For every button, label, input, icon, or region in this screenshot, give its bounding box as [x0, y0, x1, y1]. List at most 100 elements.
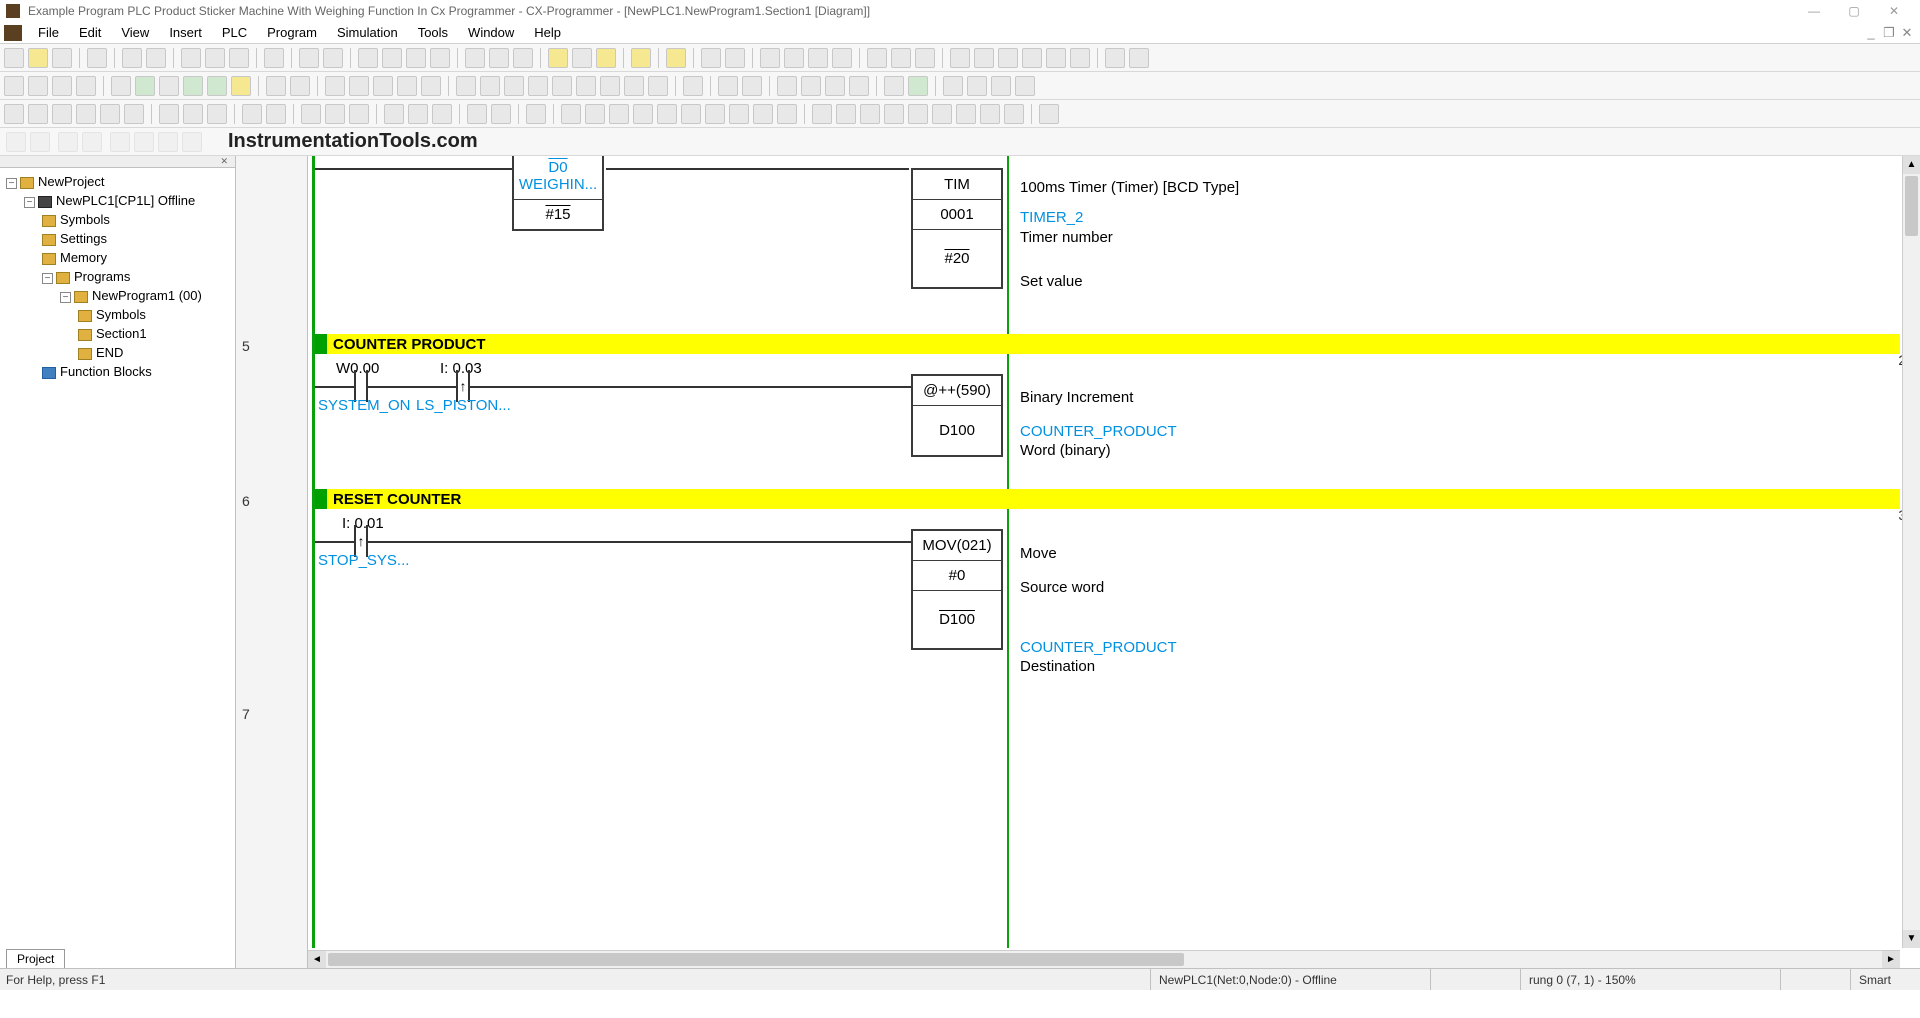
tree-memory[interactable]: Memory [60, 250, 107, 265]
mdi-restore-icon[interactable]: ❐ [1880, 25, 1898, 41]
find-icon[interactable] [358, 48, 378, 68]
zoom-out-icon[interactable] [52, 76, 72, 96]
sym1-icon[interactable] [943, 76, 963, 96]
compile-all-icon[interactable] [596, 48, 616, 68]
chart5-icon[interactable] [1046, 48, 1066, 68]
stepover-icon[interactable] [705, 104, 725, 124]
window3-icon[interactable] [915, 48, 935, 68]
wand2-icon[interactable] [134, 132, 154, 152]
menu-file[interactable]: File [28, 23, 69, 42]
sym4-icon[interactable] [1015, 76, 1035, 96]
chart1-icon[interactable] [950, 48, 970, 68]
new-file-icon[interactable] [4, 48, 24, 68]
save-icon[interactable] [52, 48, 72, 68]
watch-icon[interactable] [718, 76, 738, 96]
tree-settings[interactable]: Settings [60, 231, 107, 246]
a7-icon[interactable] [956, 104, 976, 124]
win5-icon[interactable] [100, 104, 120, 124]
ff-icon[interactable] [753, 104, 773, 124]
corner-icon[interactable] [624, 76, 644, 96]
stepout-icon[interactable] [729, 104, 749, 124]
project-tab[interactable]: Project [6, 949, 65, 968]
stepback-icon[interactable] [585, 104, 605, 124]
tree-prog-symbols[interactable]: Symbols [96, 307, 146, 322]
compare-operand-box[interactable]: D0WEIGHIN... #15 [512, 156, 604, 231]
debug2-icon[interactable] [491, 104, 511, 124]
addr10-icon[interactable] [301, 104, 321, 124]
sym3-icon[interactable] [991, 76, 1011, 96]
print-icon[interactable] [122, 48, 142, 68]
align2-icon[interactable] [801, 76, 821, 96]
step-icon[interactable] [681, 104, 701, 124]
down-icon[interactable] [408, 104, 428, 124]
win1-icon[interactable] [4, 104, 24, 124]
wand3-icon[interactable] [158, 132, 178, 152]
addr16-icon[interactable] [325, 104, 345, 124]
view1-icon[interactable] [242, 104, 262, 124]
minimize-button[interactable]: — [1794, 0, 1834, 22]
scroll-right-icon[interactable]: ► [1882, 951, 1900, 968]
seq1-icon[interactable] [159, 104, 179, 124]
paste-icon[interactable] [229, 48, 249, 68]
zoom-in-icon[interactable] [28, 76, 48, 96]
xfer-icon[interactable] [432, 104, 452, 124]
outdent-icon[interactable] [6, 132, 26, 152]
view2-icon[interactable] [266, 104, 286, 124]
monitor3-icon[interactable] [808, 48, 828, 68]
chart4-icon[interactable] [1022, 48, 1042, 68]
bookmark-icon[interactable] [430, 48, 450, 68]
win3-icon[interactable] [52, 104, 72, 124]
contact-no-icon[interactable] [349, 76, 369, 96]
function-icon[interactable] [552, 76, 572, 96]
menu-edit[interactable]: Edit [69, 23, 111, 42]
seq3-icon[interactable] [207, 104, 227, 124]
chart2-icon[interactable] [974, 48, 994, 68]
tree-plc[interactable]: NewPLC1[CP1L] Offline [56, 193, 195, 208]
timer-box[interactable]: TIM 0001 #20 [911, 168, 1003, 289]
pause2-icon[interactable] [657, 104, 677, 124]
undo-icon[interactable] [299, 48, 319, 68]
a2-icon[interactable] [836, 104, 856, 124]
a4-icon[interactable] [884, 104, 904, 124]
xfer-up-icon[interactable] [666, 48, 686, 68]
a3-icon[interactable] [860, 104, 880, 124]
coil-not-icon[interactable] [528, 76, 548, 96]
open-file-icon[interactable] [28, 48, 48, 68]
compile-icon[interactable] [572, 48, 592, 68]
palette-icon[interactable] [231, 76, 251, 96]
stop-icon[interactable] [633, 104, 653, 124]
rewind-icon[interactable] [561, 104, 581, 124]
align4-icon[interactable] [849, 76, 869, 96]
menu-help[interactable]: Help [524, 23, 571, 42]
wand4-icon[interactable] [182, 132, 202, 152]
wand1-icon[interactable] [110, 132, 130, 152]
a1-icon[interactable] [812, 104, 832, 124]
vertical-scrollbar[interactable]: ▲ ▼ [1902, 156, 1920, 948]
selection-icon[interactable] [325, 76, 345, 96]
help-icon[interactable] [489, 48, 509, 68]
menu-insert[interactable]: Insert [159, 23, 212, 42]
show-addr-icon[interactable] [207, 76, 227, 96]
contact-nc-icon[interactable] [373, 76, 393, 96]
grid-icon[interactable] [111, 76, 131, 96]
vert-line-icon[interactable] [456, 76, 476, 96]
scroll-down-icon[interactable]: ▼ [1903, 930, 1920, 948]
zoom-fit-icon[interactable] [4, 76, 24, 96]
copy-icon[interactable] [205, 48, 225, 68]
table2-icon[interactable] [290, 76, 310, 96]
check-icon[interactable] [908, 76, 928, 96]
up-icon[interactable] [384, 104, 404, 124]
debug1-icon[interactable] [467, 104, 487, 124]
menu-plc[interactable]: PLC [212, 23, 257, 42]
redo-icon[interactable] [323, 48, 343, 68]
replace-icon[interactable] [382, 48, 402, 68]
rung5-title[interactable]: COUNTER PRODUCT [315, 334, 1900, 354]
return-icon[interactable] [1039, 104, 1059, 124]
mov-box[interactable]: MOV(021) #0 D100 [911, 529, 1003, 650]
cut-icon[interactable] [181, 48, 201, 68]
goto-icon[interactable] [406, 48, 426, 68]
indent-icon[interactable] [30, 132, 50, 152]
monitor1-icon[interactable] [760, 48, 780, 68]
tree-programs[interactable]: Programs [74, 269, 130, 284]
align1-icon[interactable] [777, 76, 797, 96]
